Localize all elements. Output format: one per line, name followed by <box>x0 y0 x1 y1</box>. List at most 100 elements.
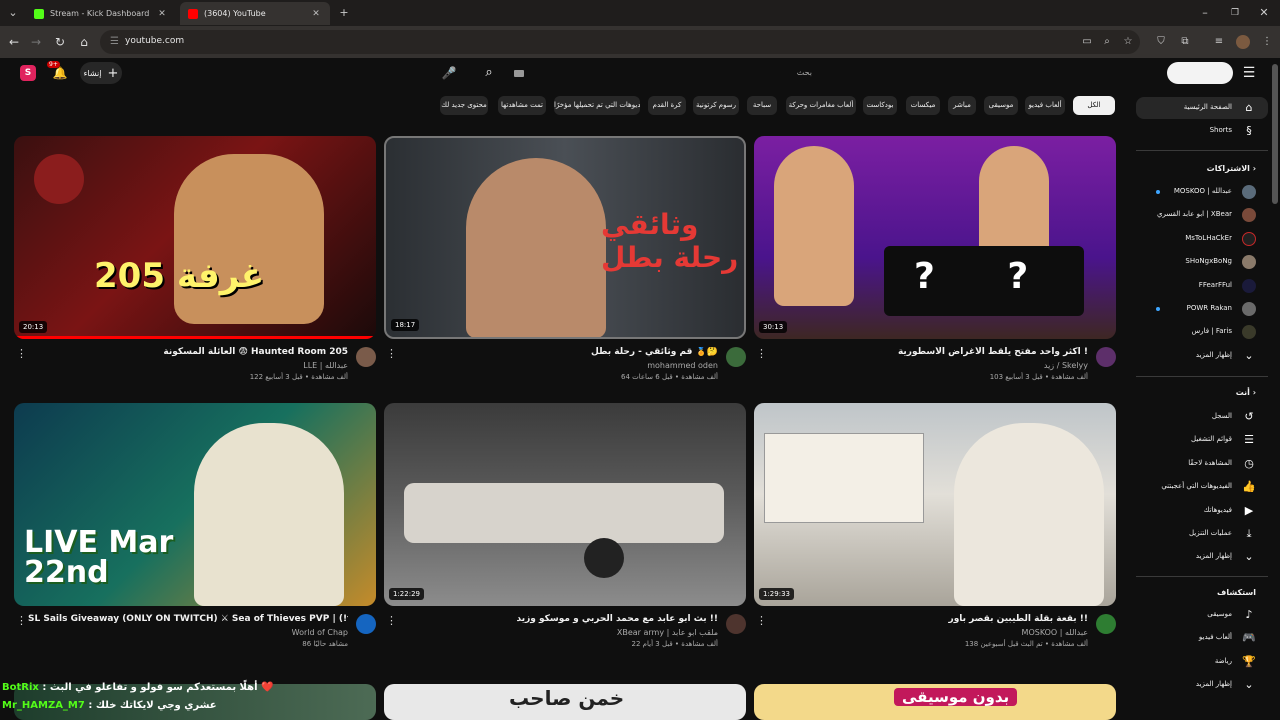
video-card[interactable]: 1:22:29 بث ابو عابد مع محمد الحربي و موس… <box>384 403 746 648</box>
chip[interactable]: موسيقى <box>984 96 1018 115</box>
video-title[interactable]: العائلة المسكونة 😨 Haunted Room 205 <box>28 347 348 357</box>
chip[interactable]: تمت مشاهدتها <box>498 96 546 115</box>
back-icon[interactable]: ← <box>6 34 22 50</box>
extensions-icon[interactable]: ⧉ <box>1178 35 1192 49</box>
channel-avatar[interactable] <box>1096 614 1116 634</box>
video-thumbnail[interactable]: LIVE Mar 22nd <box>14 403 376 606</box>
browser-menu-icon[interactable]: ⋮ <box>1260 35 1274 49</box>
video-thumbnail[interactable]: وثائقي رحلة بطل 18:17 <box>384 136 746 339</box>
you-heading[interactable]: أنت › <box>1236 388 1256 397</box>
tab-kick-dashboard[interactable]: Stream - Kick Dashboard ✕ <box>26 2 176 25</box>
sidebar-item-your-videos[interactable]: ▶ فيديوهاتك <box>1136 500 1268 522</box>
sidebar-item-watch-later[interactable]: ◷ المشاهدة لاحقًا <box>1136 453 1268 475</box>
more-actions-icon[interactable]: ⋮ <box>386 614 397 627</box>
sidebar-item-sports[interactable]: 🏆 رياضة <box>1136 651 1268 673</box>
subscription-item[interactable]: POWR Rakan <box>1136 298 1268 320</box>
chip[interactable]: بودكاست <box>863 96 897 115</box>
sidebar-item-history[interactable]: ↺ السجل <box>1136 406 1268 428</box>
video-card[interactable]: ? ? 30:13 اكثر واحد مفتح يلقط الأغراض ال… <box>754 136 1116 381</box>
omnibox[interactable]: ☰ youtube.com <box>100 30 1140 54</box>
reload-icon[interactable]: ↻ <box>52 34 68 50</box>
video-thumbnail[interactable]: 1:29:33 <box>754 403 1116 606</box>
channel-name[interactable]: LLE | عبدالله <box>303 361 348 370</box>
chip[interactable]: كرة القدم <box>648 96 686 115</box>
channel-name[interactable]: mohammed oden <box>647 361 718 370</box>
video-title[interactable]: قم وثائقي - رحلة بطل 🏅🤔 <box>398 347 718 357</box>
maximize-icon[interactable]: ❐ <box>1227 5 1243 21</box>
more-actions-icon[interactable]: ⋮ <box>756 614 767 627</box>
subscription-item[interactable]: فارس | Faris <box>1136 321 1268 343</box>
sidebar-item-playlists[interactable]: ☰ قوائم التشغيل <box>1136 429 1268 451</box>
voice-search-mic-icon[interactable]: 🎤 <box>438 62 460 84</box>
zoom-icon[interactable]: ⌕ <box>1100 35 1114 49</box>
channel-name[interactable]: زيد / Skelyy <box>1044 361 1088 370</box>
new-tab-icon[interactable]: + <box>336 5 352 21</box>
media-control-icon[interactable]: ≡ <box>1212 35 1226 49</box>
guide-menu-icon[interactable]: ☰ <box>1240 64 1258 82</box>
sidebar-item-music[interactable]: ♪ موسيقى <box>1136 604 1268 626</box>
cast-icon[interactable]: ▭ <box>1080 35 1094 49</box>
subscription-item[interactable]: ابو عابد القسري | XBear <box>1136 204 1268 226</box>
bookmark-star-icon[interactable]: ☆ <box>1121 35 1135 49</box>
subscription-item[interactable]: MsToLHaCkEr <box>1136 228 1268 250</box>
channel-name[interactable]: MOSKOO | عبدالله <box>1022 628 1088 637</box>
more-actions-icon[interactable]: ⋮ <box>16 347 27 360</box>
video-thumbnail[interactable]: ? ? 30:13 <box>754 136 1116 339</box>
create-button[interactable]: إنشاء + <box>80 62 122 84</box>
profile-avatar[interactable] <box>1236 35 1250 49</box>
chip[interactable]: ميكسات <box>906 96 940 115</box>
chip[interactable]: ألعاب فيديو <box>1025 96 1065 115</box>
video-title[interactable]: بث ابو عابد مع محمد الحربي و موسكو وزيد … <box>398 614 718 624</box>
video-title[interactable]: SL Sails Giveaway (ONLY ON TWITCH) ⚔ Sea… <box>28 614 348 624</box>
video-card[interactable]: غرفة 205 20:13 العائلة المسكونة 😨 Haunte… <box>14 136 376 381</box>
channel-name[interactable]: World of Chap <box>292 628 348 637</box>
close-icon[interactable]: ✕ <box>310 9 322 19</box>
sidebar-item-shorts[interactable]: § Shorts <box>1136 120 1268 142</box>
subscription-item[interactable]: SHoNgxBoNg <box>1136 251 1268 273</box>
chip[interactable]: رسوم كرتونية <box>693 96 739 115</box>
video-card[interactable]: بدون موسيقى <box>754 684 1116 720</box>
chip[interactable]: محتوى جديد لك <box>440 96 488 115</box>
video-card[interactable]: خمن صاحب <box>384 684 746 720</box>
app-logo-icon[interactable]: S <box>20 65 36 81</box>
channel-avatar[interactable] <box>356 614 376 634</box>
page-scrollbar[interactable] <box>1272 64 1278 204</box>
chip-all[interactable]: الكل <box>1073 96 1115 115</box>
close-icon[interactable]: ✕ <box>156 9 168 19</box>
chip[interactable]: ألعاب مغامرات وحركة <box>786 96 856 115</box>
sidebar-item-downloads[interactable]: ⤓ عمليات التنزيل <box>1136 523 1268 545</box>
channel-avatar[interactable] <box>726 347 746 367</box>
show-more-subscriptions[interactable]: ⌄ إظهار المزيد <box>1136 345 1268 367</box>
video-thumbnail[interactable]: غرفة 205 20:13 <box>14 136 376 339</box>
shield-icon[interactable]: ⛉ <box>1154 35 1168 49</box>
subscription-item[interactable]: MOSKOO | عبدالله <box>1136 181 1268 203</box>
keyboard-icon[interactable] <box>514 70 524 77</box>
more-actions-icon[interactable]: ⋮ <box>386 347 397 360</box>
sidebar-item-home[interactable]: ⌂ الصفحة الرئيسية <box>1136 97 1268 119</box>
sidebar-item-liked[interactable]: 👍 الفيديوهات التي أعجبتني <box>1136 476 1268 498</box>
show-more-explore[interactable]: ⌄ إظهار المزيد <box>1136 674 1268 696</box>
sidebar-item-gaming[interactable]: 🎮 ألعاب فيديو <box>1136 627 1268 649</box>
channel-name[interactable]: XBear army | ملقب ابو عابد <box>617 628 718 637</box>
video-card[interactable]: 1:29:33 بقعة بقلة الطيبين بقصر باور !! M… <box>754 403 1116 648</box>
video-card[interactable]: LIVE Mar 22nd SL Sails Giveaway (ONLY ON… <box>14 403 376 648</box>
video-title[interactable]: بقعة بقلة الطيبين بقصر باور !! <box>768 614 1088 624</box>
account-button[interactable] <box>1167 62 1233 84</box>
search-input[interactable]: بحث <box>500 62 830 86</box>
video-card[interactable]: وثائقي رحلة بطل 18:17 قم وثائقي - رحلة ب… <box>384 136 746 381</box>
video-title[interactable]: اكثر واحد مفتح يلقط الأغراض الأسطورية ! <box>768 347 1088 357</box>
video-thumbnail[interactable]: 1:22:29 <box>384 403 746 606</box>
channel-avatar[interactable] <box>1096 347 1116 367</box>
channel-avatar[interactable] <box>726 614 746 634</box>
forward-icon[interactable]: → <box>28 34 44 50</box>
tab-search-chevron-icon[interactable]: ⌄ <box>5 5 21 21</box>
chip[interactable]: مباشر <box>948 96 976 115</box>
chip[interactable]: الفيديوهات التي تم تحميلها مؤخرًا <box>554 96 640 115</box>
minimize-icon[interactable]: – <box>1197 5 1213 21</box>
show-more-you[interactable]: ⌄ إظهار المزيد <box>1136 546 1268 568</box>
subscription-item[interactable]: FFearFFul <box>1136 275 1268 297</box>
video-thumbnail[interactable]: بدون موسيقى <box>754 684 1116 720</box>
site-info-icon[interactable]: ☰ <box>110 36 119 47</box>
search-icon[interactable]: ⌕ <box>478 62 500 84</box>
tab-youtube[interactable]: (3604) YouTube ✕ <box>180 2 330 25</box>
